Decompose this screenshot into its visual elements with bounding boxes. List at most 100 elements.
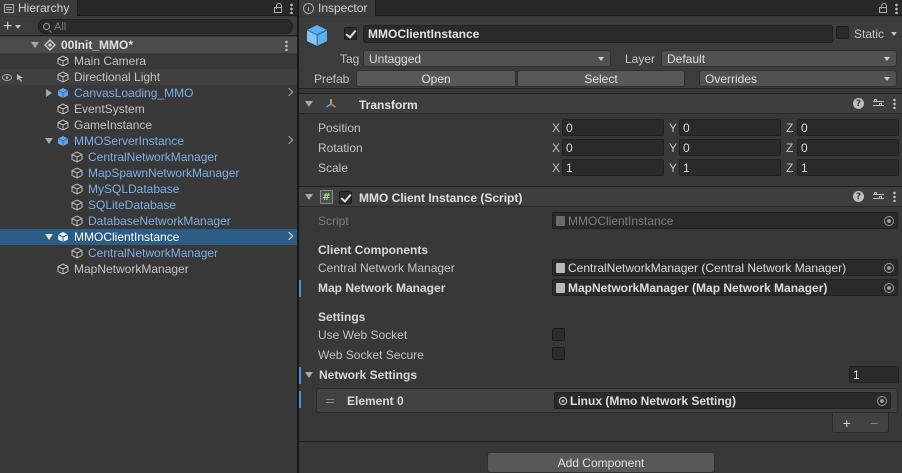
script-file-icon (556, 216, 565, 226)
scale-label: Scale (318, 161, 349, 175)
list-add-button[interactable]: + (843, 415, 851, 431)
network-settings-size-field[interactable]: 1 (849, 366, 899, 383)
position-y-field[interactable]: 0 (679, 119, 781, 136)
list-item[interactable]: MySQLDatabase (0, 181, 297, 197)
chevron-right-icon[interactable] (284, 231, 294, 241)
transform-icon (326, 99, 336, 108)
axis-y-label[interactable]: Y (669, 121, 677, 135)
visibility-pick-icon[interactable] (2, 72, 28, 83)
map-network-manager-value: MapNetworkManager (Map Network Manager) (568, 280, 828, 295)
component-enabled-checkbox[interactable] (339, 191, 352, 204)
central-network-manager-value: CentralNetworkManager (Central Network M… (568, 260, 847, 275)
position-z-field[interactable]: 0 (797, 119, 899, 136)
add-component-button[interactable]: Add Component (487, 452, 715, 473)
lock-icon[interactable] (274, 2, 282, 13)
override-marker (299, 391, 301, 408)
axis-y-label[interactable]: Y (669, 161, 677, 175)
fold-arrow-icon[interactable] (31, 42, 39, 48)
scale-x-field[interactable]: 1 (562, 159, 664, 176)
map-network-manager-field[interactable]: MapNetworkManager (Map Network Manager) (552, 279, 898, 296)
axis-x-label[interactable]: X (552, 121, 560, 135)
network-settings-list: Element 0 Linux (Mmo Network Setting) (316, 388, 898, 413)
tag-dropdown[interactable]: Untagged (363, 50, 611, 67)
static-checkbox[interactable] (836, 26, 849, 39)
preset-icon[interactable] (873, 98, 884, 109)
list-item[interactable]: CentralNetworkManager (0, 149, 297, 165)
fold-arrow-icon[interactable] (45, 234, 53, 240)
object-picker-icon[interactable] (877, 396, 887, 406)
chevron-right-icon[interactable] (284, 135, 294, 145)
gameobject-icon (57, 263, 69, 275)
rotation-x-field[interactable]: 0 (562, 139, 664, 156)
script-component-header[interactable]: # MMO Client Instance (Script) ? (299, 186, 902, 207)
list-item[interactable]: Directional Light (0, 69, 297, 85)
list-item[interactable]: SQLiteDatabase (0, 197, 297, 213)
object-name-field[interactable]: MMOClientInstance (363, 25, 833, 43)
list-item[interactable]: EventSystem (0, 101, 297, 117)
element-0-field[interactable]: Linux (Mmo Network Setting) (554, 392, 891, 409)
axis-y-label[interactable]: Y (669, 141, 677, 155)
object-picker-icon[interactable] (884, 283, 894, 293)
inspector-panel: Inspector MMOClientInstance Static Tag U… (299, 0, 902, 473)
fold-arrow-icon[interactable] (46, 89, 52, 97)
axis-z-label[interactable]: Z (786, 161, 793, 175)
hierarchy-search[interactable] (38, 19, 293, 34)
list-item[interactable]: MapNetworkManager (0, 261, 297, 277)
network-settings-label[interactable]: Network Settings (319, 368, 417, 382)
item-label: SQLiteDatabase (88, 198, 177, 212)
scene-kebab-icon[interactable] (285, 40, 288, 51)
axis-x-label[interactable]: X (552, 141, 560, 155)
list-item[interactable]: MapSpawnNetworkManager (0, 165, 297, 181)
active-checkbox[interactable] (344, 27, 357, 40)
help-icon[interactable]: ? (853, 191, 864, 202)
kebab-menu-icon[interactable] (893, 191, 896, 202)
overrides-dropdown[interactable]: Overrides (699, 70, 897, 87)
hierarchy-tab[interactable]: Hierarchy (0, 0, 79, 16)
chevron-right-icon[interactable] (284, 87, 294, 97)
use-web-socket-checkbox[interactable] (552, 328, 565, 341)
central-network-manager-field[interactable]: CentralNetworkManager (Central Network M… (552, 259, 898, 276)
list-item-selected[interactable]: MMOClientInstance (0, 229, 297, 245)
list-item[interactable]: MMOServerInstance (0, 133, 297, 149)
scale-z-field[interactable]: 1 (797, 159, 899, 176)
select-prefab-button[interactable]: Select (517, 70, 685, 87)
list-item[interactable]: CanvasLoading_MMO (0, 85, 297, 101)
lock-icon[interactable] (879, 2, 887, 13)
hierarchy-search-input[interactable] (54, 20, 254, 33)
hierarchy-tab-label: Hierarchy (18, 1, 70, 15)
preset-icon[interactable] (873, 191, 884, 202)
axis-z-label[interactable]: Z (786, 121, 793, 135)
kebab-menu-icon[interactable] (290, 2, 293, 14)
caret-down-icon[interactable] (891, 32, 897, 36)
list-item[interactable]: GameInstance (0, 117, 297, 133)
object-picker-icon[interactable] (884, 263, 894, 273)
axis-z-label[interactable]: Z (786, 141, 793, 155)
rotation-y-field[interactable]: 0 (679, 139, 781, 156)
scale-y-field[interactable]: 1 (679, 159, 781, 176)
position-x-field[interactable]: 0 (562, 119, 664, 136)
drag-handle-icon[interactable] (326, 399, 334, 403)
fold-arrow-icon[interactable] (45, 138, 53, 144)
help-icon[interactable]: ? (853, 98, 864, 109)
kebab-menu-icon[interactable] (895, 2, 898, 14)
layer-dropdown[interactable]: Default (661, 50, 897, 67)
use-web-socket-label: Use Web Socket (318, 328, 408, 342)
scene-row[interactable]: 00Init_MMO* (0, 37, 297, 53)
axis-x-label[interactable]: X (552, 161, 560, 175)
transform-header[interactable]: Transform ? (299, 93, 902, 114)
list-remove-button[interactable]: − (870, 415, 878, 431)
web-socket-secure-checkbox[interactable] (552, 347, 565, 360)
fold-arrow-icon[interactable] (305, 372, 313, 378)
fold-arrow-icon[interactable] (305, 194, 313, 200)
list-item[interactable]: DatabaseNetworkManager (0, 213, 297, 229)
list-item[interactable]: Main Camera (0, 53, 297, 69)
open-prefab-button[interactable]: Open (356, 70, 516, 87)
fold-arrow-icon[interactable] (305, 101, 313, 107)
list-item[interactable]: CentralNetworkManager (0, 245, 297, 261)
override-marker (299, 280, 301, 297)
inspector-tab[interactable]: Inspector (299, 0, 377, 16)
item-label: MMOServerInstance (74, 134, 185, 148)
kebab-menu-icon[interactable] (893, 98, 896, 109)
create-dropdown-button[interactable]: + (3, 18, 31, 35)
rotation-z-field[interactable]: 0 (797, 139, 899, 156)
